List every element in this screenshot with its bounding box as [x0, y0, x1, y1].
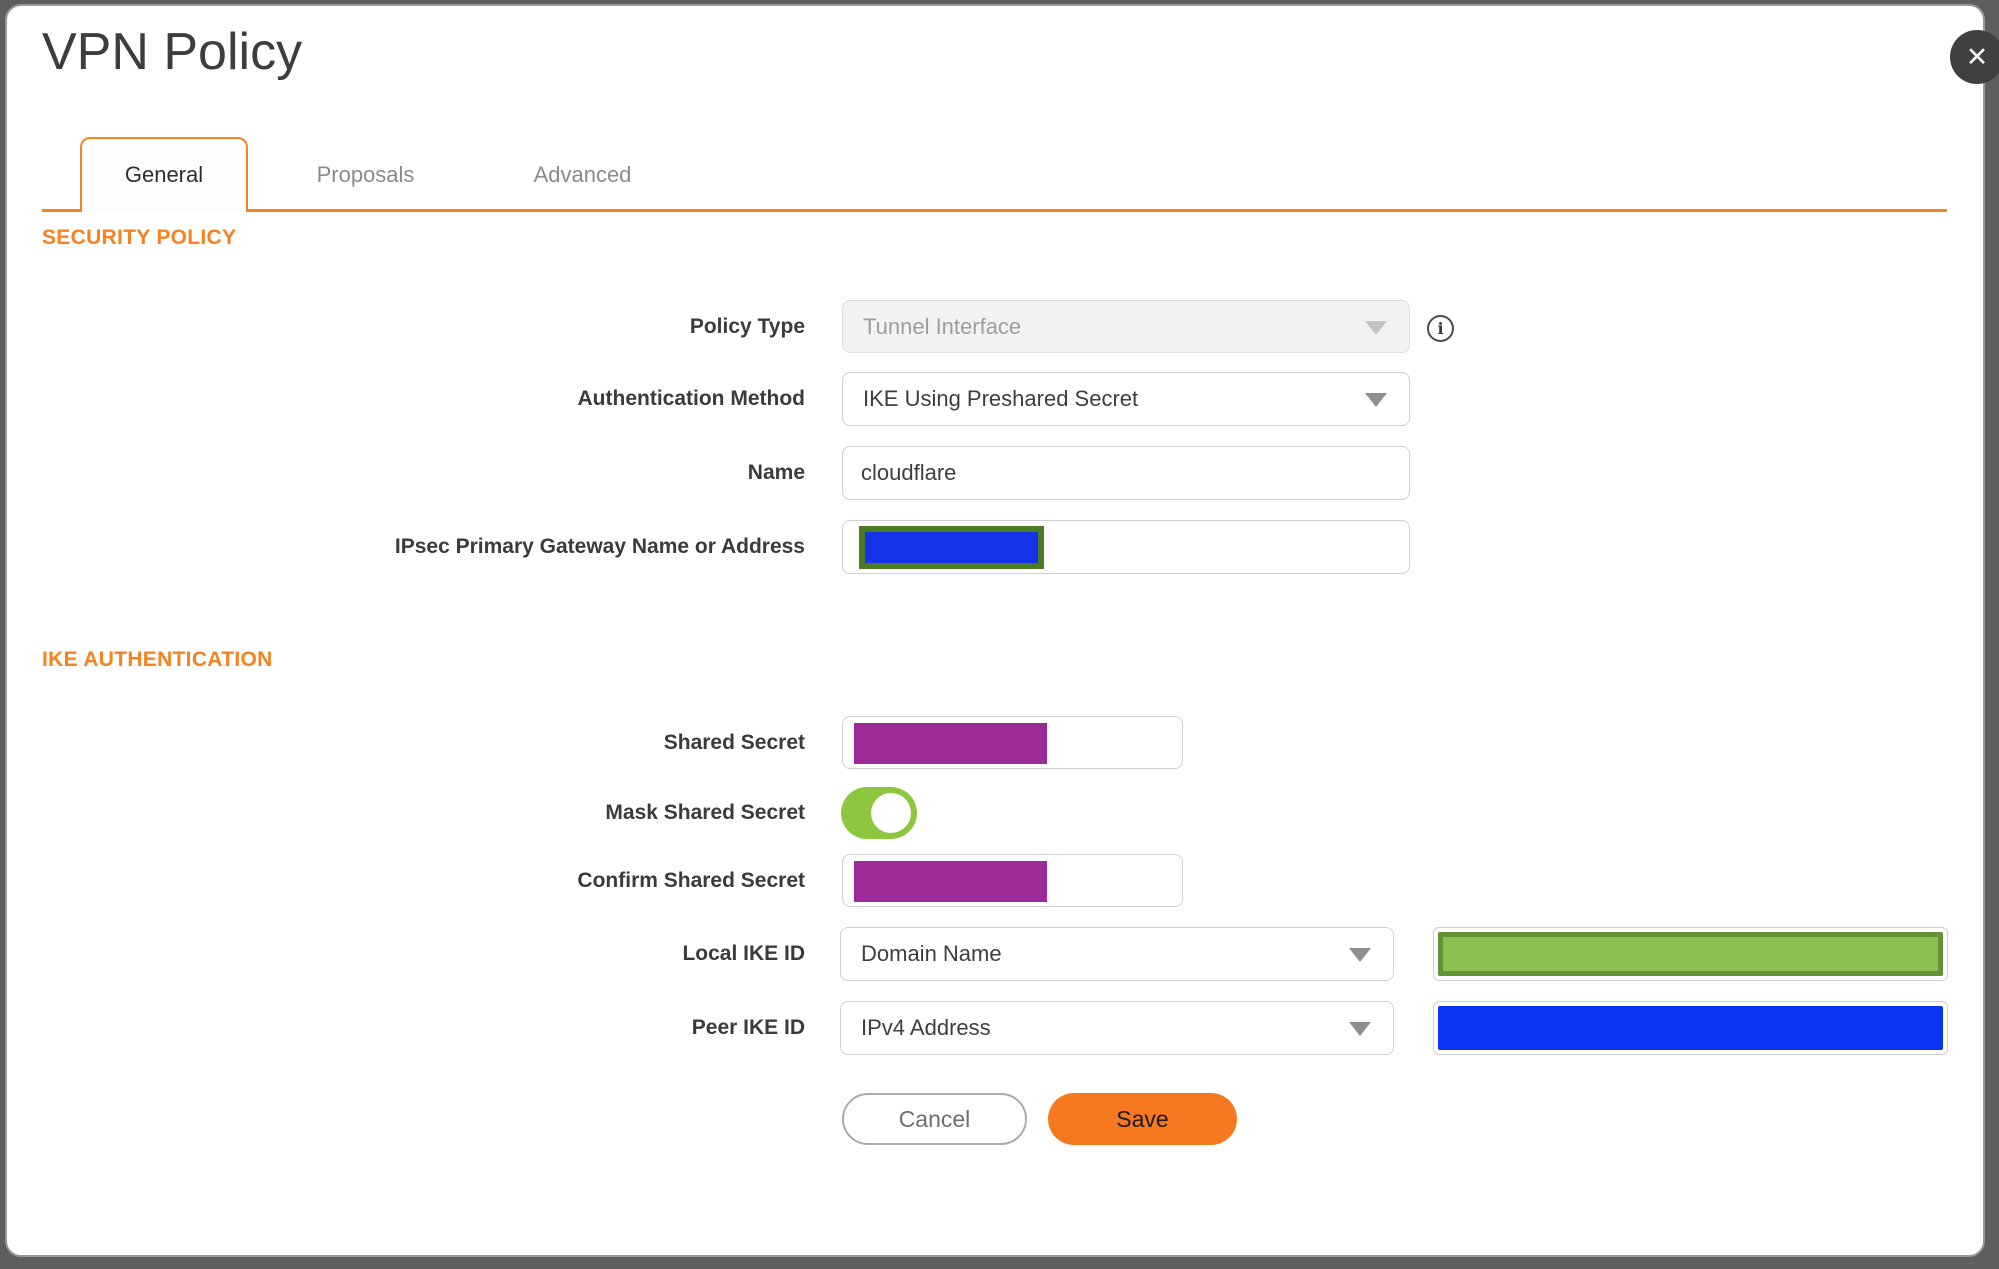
peer-ike-id-label: Peer IKE ID	[691, 1016, 805, 1039]
policy-type-label: Policy Type	[689, 314, 805, 338]
peer-ike-id-select[interactable]: IPv4 Address	[840, 1001, 1394, 1055]
policy-type-value: Tunnel Interface	[863, 313, 1022, 339]
section-ike-authentication: IKE AUTHENTICATION	[42, 648, 273, 671]
mask-shared-secret-label: Mask Shared Secret	[605, 801, 805, 824]
peer-ike-id-type-value: IPv4 Address	[861, 1015, 991, 1040]
tab-general[interactable]: General	[80, 137, 248, 212]
shared-secret-label: Shared Secret	[663, 730, 805, 754]
info-icon[interactable]: i	[1427, 315, 1454, 342]
confirm-shared-secret-label: Confirm Shared Secret	[577, 868, 805, 892]
gateway-input[interactable]	[842, 520, 1410, 574]
chevron-down-icon	[1365, 393, 1387, 407]
redacted-local-ike-id-value	[1438, 932, 1943, 976]
confirm-shared-secret-input[interactable]	[842, 854, 1183, 907]
authentication-method-select[interactable]: IKE Using Preshared Secret	[842, 372, 1410, 426]
chevron-down-icon	[1349, 948, 1371, 962]
redacted-shared-secret-value	[854, 723, 1047, 764]
local-ike-id-label: Local IKE ID	[682, 942, 805, 965]
close-icon: ✕	[1965, 41, 1989, 72]
redacted-confirm-shared-secret-value	[854, 861, 1047, 902]
local-ike-id-select[interactable]: Domain Name	[840, 927, 1394, 981]
page-title: VPN Policy	[42, 23, 303, 81]
tab-proposals[interactable]: Proposals	[283, 137, 448, 212]
redacted-peer-ike-id-value	[1438, 1006, 1943, 1050]
gateway-label: IPsec Primary Gateway Name or Address	[394, 535, 805, 558]
policy-type-select[interactable]: Tunnel Interface	[842, 300, 1410, 353]
section-security-policy: SECURITY POLICY	[42, 226, 237, 249]
local-ike-id-type-value: Domain Name	[861, 941, 1002, 966]
save-button[interactable]: Save	[1048, 1093, 1237, 1145]
authentication-method-label: Authentication Method	[577, 387, 805, 410]
redacted-gateway-value	[859, 526, 1044, 569]
local-ike-id-value-input[interactable]	[1433, 927, 1948, 981]
name-input[interactable]	[842, 446, 1410, 500]
chevron-down-icon	[1365, 320, 1387, 335]
peer-ike-id-value-input[interactable]	[1433, 1001, 1948, 1055]
cancel-button[interactable]: Cancel	[842, 1093, 1027, 1145]
close-button[interactable]: ✕	[1950, 30, 1999, 84]
chevron-down-icon	[1349, 1022, 1371, 1036]
mask-shared-secret-toggle[interactable]	[841, 787, 917, 839]
shared-secret-input[interactable]	[842, 716, 1183, 769]
name-label: Name	[747, 461, 805, 484]
authentication-method-value: IKE Using Preshared Secret	[863, 386, 1139, 411]
toggle-knob	[871, 793, 911, 833]
tab-advanced[interactable]: Advanced	[500, 137, 665, 212]
page-backdrop: ✕ VPN Policy General Proposals Advanced …	[0, 0, 1999, 1269]
